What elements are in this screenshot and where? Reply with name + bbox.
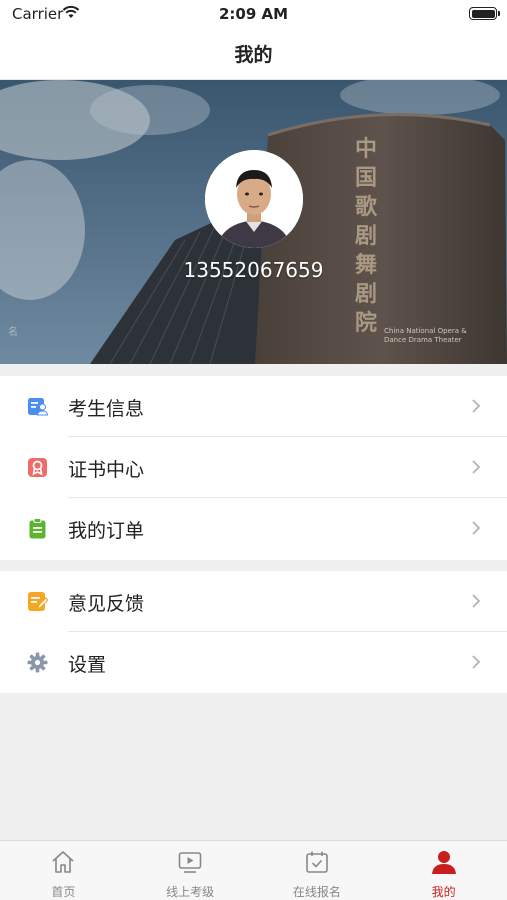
battery-icon [469, 7, 500, 20]
tab-mine[interactable]: 我的 [380, 841, 507, 900]
gear-icon [27, 652, 48, 673]
menu-item-label: 考生信息 [68, 398, 145, 420]
building-sign-en: China National Opera & Dance Drama Theat… [384, 327, 467, 344]
order-icon [29, 518, 46, 539]
menu-item-label: 证书中心 [68, 459, 145, 481]
page-title: 我的 [234, 44, 273, 66]
tab-label: 在线报名 [292, 885, 341, 899]
profile-header: 名 中国歌剧舞剧院 China National Opera & Dance D… [0, 80, 507, 364]
tab-label: 我的 [431, 885, 456, 899]
chevron-right-icon [472, 460, 481, 474]
feedback-icon [28, 592, 48, 611]
avatar-photo [205, 150, 303, 248]
tab-home[interactable]: 首页 [0, 841, 127, 900]
home-icon [52, 851, 74, 873]
student-info-icon [28, 398, 48, 416]
svg-text:名: 名 [8, 325, 18, 338]
status-bar: Carrier 2:09 AM [0, 0, 507, 28]
chevron-right-icon [472, 655, 481, 669]
tab-online-exam[interactable]: 线上考级 [127, 841, 254, 900]
menu-item-settings[interactable]: 设置 [0, 632, 507, 693]
certificate-icon [28, 458, 47, 477]
user-icon [431, 851, 456, 874]
tab-label: 线上考级 [166, 885, 215, 899]
menu-group-other: 意见反馈 设置 [0, 571, 507, 693]
menu-item-label: 设置 [68, 654, 107, 676]
tab-online-registration[interactable]: 在线报名 [254, 841, 381, 900]
building-sign: 中国歌剧舞剧院 [354, 136, 377, 336]
chevron-right-icon [472, 594, 481, 608]
video-play-icon [178, 852, 202, 873]
menu-item-my-orders[interactable]: 我的订单 [0, 498, 507, 559]
menu-group-account: 考生信息 证书中心 我的订单 [0, 376, 507, 560]
chevron-right-icon [472, 521, 481, 535]
menu-item-label: 意见反馈 [68, 593, 145, 615]
menu-item-certificate-center[interactable]: 证书中心 [0, 437, 507, 498]
tab-label: 首页 [51, 885, 76, 899]
status-time: 2:09 AM [218, 5, 289, 23]
chevron-right-icon [472, 399, 481, 413]
menu-item-student-info[interactable]: 考生信息 [0, 376, 507, 437]
menu-item-label: 我的订单 [68, 520, 145, 542]
user-phone: 13552067659 [183, 258, 324, 282]
calendar-check-icon [306, 851, 328, 873]
menu-item-feedback[interactable]: 意见反馈 [0, 571, 507, 632]
tab-bar: 首页 线上考级 在线报名 我的 [0, 840, 507, 900]
avatar[interactable] [205, 150, 303, 248]
nav-bar: 我的 [0, 28, 507, 80]
